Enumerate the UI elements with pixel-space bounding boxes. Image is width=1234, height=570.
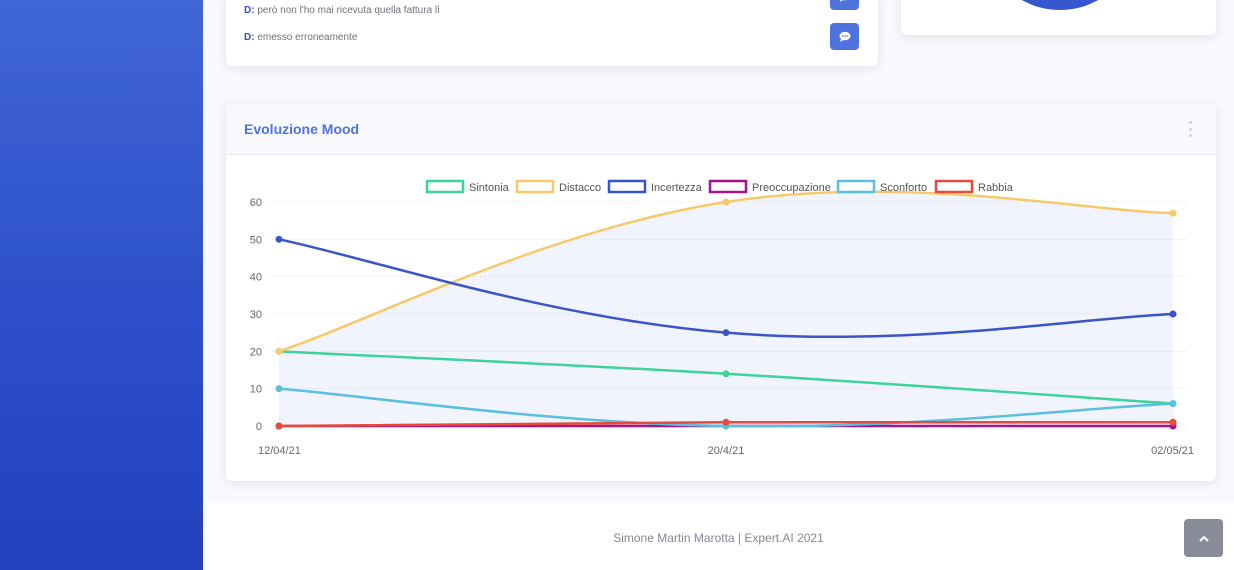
legend-swatch: [708, 179, 748, 194]
legend-swatch: [836, 179, 876, 194]
legend-label: Sconforto: [880, 182, 927, 194]
pie-chart-card: [901, 0, 1216, 35]
x-tick-label: 12/04/21: [258, 445, 301, 457]
comment-button[interactable]: [830, 0, 859, 10]
legend-swatch: [515, 179, 555, 194]
data-point: [1169, 209, 1177, 217]
y-tick-label: 0: [256, 421, 262, 433]
footer: Simone Martin Marotta | Expert.AI 2021: [203, 503, 1234, 570]
comment-icon: [839, 31, 850, 42]
chevron-up-icon: [1198, 535, 1209, 542]
message-text: però non l'ho mai ricevuta quella fattur…: [257, 5, 440, 16]
legend-label: Preoccupazione: [752, 182, 831, 194]
conversation-card: D: però non l'ho mai ricevuta quella fat…: [226, 0, 878, 66]
data-point: [722, 329, 730, 337]
data-point: [722, 198, 730, 206]
message-row: D: però non l'ho mai ricevuta quella fat…: [244, 5, 440, 16]
y-tick-label: 30: [250, 309, 262, 321]
legend-swatch: [425, 179, 465, 194]
data-point: [1169, 418, 1177, 426]
series-area: [279, 191, 1173, 426]
x-tick-label: 20/4/21: [708, 445, 745, 457]
message-text: emesso erroneamente: [257, 32, 358, 43]
message-speaker: D:: [244, 32, 255, 43]
y-tick-label: 20: [250, 346, 262, 358]
legend-label: Sintonia: [469, 182, 510, 194]
legend-swatch: [607, 179, 647, 194]
y-tick-label: 50: [250, 234, 262, 246]
mood-chart-card: Evoluzione Mood 0 10 20 30 40 50 60 12/04/21 20/…: [226, 104, 1216, 481]
legend-label: Incertezza: [651, 182, 703, 194]
data-point: [275, 347, 283, 355]
footer-text: Simone Martin Marotta | Expert.AI 2021: [613, 531, 824, 545]
data-point: [722, 370, 730, 378]
sidebar: [0, 0, 203, 570]
legend-label: Rabbia: [978, 182, 1014, 194]
x-tick-label: 02/05/21: [1151, 445, 1194, 457]
mood-line-chart: 0 10 20 30 40 50 60 12/04/21 20/4/21 02/05/21 Sint…: [250, 179, 1194, 457]
data-point: [275, 385, 283, 393]
message-speaker: D:: [244, 5, 255, 16]
comment-icon: [839, 0, 847, 2]
message-row: D: emesso erroneamente: [244, 32, 357, 43]
legend-swatch: [934, 179, 974, 194]
y-tick-label: 10: [250, 384, 262, 396]
comment-button[interactable]: [830, 23, 859, 50]
y-tick-label: 60: [250, 197, 262, 209]
data-point: [275, 422, 283, 430]
data-point: [1169, 400, 1177, 408]
y-tick-label: 40: [250, 272, 262, 284]
data-point: [1169, 310, 1177, 318]
legend-label: Distacco: [559, 182, 601, 194]
data-point: [722, 418, 730, 426]
data-point: [275, 235, 283, 243]
pie-chart-slice: [996, 0, 1124, 10]
scroll-to-top-button[interactable]: [1184, 519, 1223, 557]
